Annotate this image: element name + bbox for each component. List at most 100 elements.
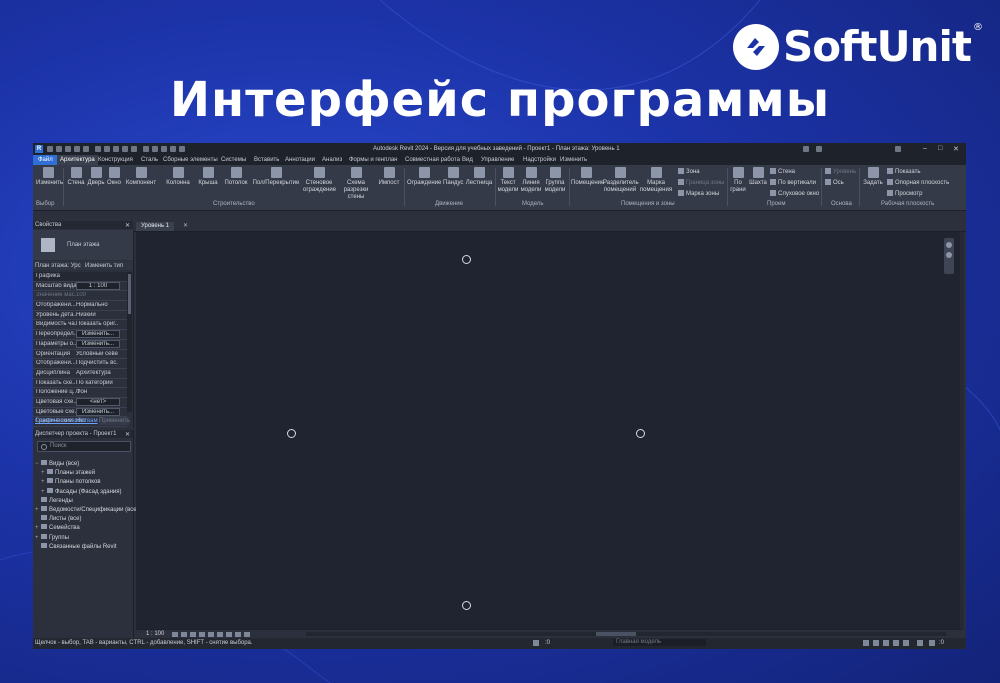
stair-tool[interactable]: Лестница — [465, 167, 493, 187]
wall-tool[interactable]: Стена — [66, 167, 86, 187]
sync-icon[interactable] — [65, 146, 71, 152]
tab-structure[interactable]: Конструкция — [98, 157, 133, 163]
visual-style-icon[interactable] — [181, 632, 187, 637]
browser-tree-item[interactable]: + Планы этажей — [41, 469, 95, 476]
background-processes-icon[interactable] — [917, 640, 923, 646]
tab-precast[interactable]: Сборные элементы — [163, 157, 218, 163]
drag-elements-icon[interactable] — [903, 640, 909, 646]
browser-tree-item[interactable]: + Ведомости/Спецификации (все) — [35, 506, 139, 513]
roof-tool[interactable]: Крыша — [197, 167, 219, 187]
dimension-icon[interactable] — [113, 146, 119, 152]
group-room-area[interactable]: Помещения и зоны — [621, 201, 675, 207]
property-value-button[interactable]: Изменить... — [76, 330, 120, 339]
reference-plane-button[interactable]: Опорная плоскость — [887, 179, 949, 186]
text-icon[interactable] — [131, 146, 137, 152]
area-boundary-button[interactable]: Граница зоны — [678, 179, 724, 186]
property-value-button[interactable]: 1 : 100 — [76, 281, 120, 290]
properties-help-link[interactable]: Справка по свойствам — [35, 418, 98, 424]
model-text-tool[interactable]: Текст модели — [497, 167, 519, 194]
property-value[interactable]: Архитектура — [76, 370, 118, 376]
browser-tree-item[interactable]: Связанные файлы Revit — [35, 542, 117, 550]
component-tool[interactable]: Компонент — [125, 167, 157, 187]
room-tool[interactable]: Помещение — [571, 167, 604, 187]
set-workplane-tool[interactable]: Задать — [862, 167, 884, 187]
canvas-horizontal-scrollbar[interactable] — [306, 632, 946, 636]
door-tool[interactable]: Дверь — [87, 167, 105, 187]
tab-view[interactable]: Вид — [462, 157, 473, 163]
apply-button[interactable]: Применить — [99, 417, 130, 425]
close-button[interactable]: ✕ — [953, 145, 959, 153]
select-links-icon[interactable] — [863, 640, 869, 646]
navigation-bar[interactable] — [944, 238, 954, 274]
tab-file[interactable]: Файл — [33, 155, 58, 165]
property-value[interactable]: Подчистить вс... — [76, 360, 118, 366]
mullion-tool[interactable]: Импост — [378, 167, 400, 187]
tab-analyze[interactable]: Анализ — [322, 157, 342, 163]
curtain-grid-tool[interactable]: Схема разрезки стены — [337, 167, 375, 201]
drawing-canvas[interactable] — [136, 232, 962, 629]
browser-search-input[interactable]: Поиск — [37, 441, 131, 452]
reveal-hidden-icon[interactable] — [235, 632, 241, 637]
active-model-dropdown[interactable]: Главная модель — [613, 639, 706, 646]
tag-icon[interactable] — [122, 146, 128, 152]
tab-steel[interactable]: Сталь — [141, 157, 158, 163]
property-value-button[interactable]: <нет> — [76, 397, 120, 406]
shaft-tool[interactable]: Шахта — [748, 167, 768, 187]
crop-view-icon[interactable] — [208, 632, 214, 637]
help-icon[interactable] — [895, 146, 901, 152]
property-value[interactable]: Низкий — [76, 312, 118, 318]
browser-tree-item[interactable]: + Группы — [35, 533, 69, 541]
save-icon[interactable] — [56, 146, 62, 152]
properties-close-button[interactable]: ✕ — [125, 222, 130, 229]
edit-type-button[interactable]: Изменить тип — [85, 263, 123, 269]
property-value[interactable]: Показать ориг... — [76, 321, 118, 327]
properties-scroll-thumb[interactable] — [128, 274, 131, 314]
viewer-button[interactable]: Просмотр — [887, 190, 922, 197]
close-windows-icon[interactable] — [170, 146, 176, 152]
group-select[interactable]: Выбор — [36, 201, 54, 207]
project-browser-close-button[interactable]: ✕ — [125, 431, 130, 438]
app-menu-button[interactable]: R — [35, 145, 43, 153]
tab-addins[interactable]: Надстройки — [523, 157, 556, 163]
curtain-system-tool[interactable]: Стеновое ограждение — [303, 167, 336, 194]
select-underlay-icon[interactable] — [873, 640, 879, 646]
thin-lines-icon[interactable] — [161, 146, 167, 152]
select-by-face-icon[interactable] — [893, 640, 899, 646]
properties-section-header[interactable]: Графика — [33, 272, 127, 282]
horizontal-scroll-thumb[interactable] — [596, 632, 636, 636]
redo-icon[interactable] — [83, 146, 89, 152]
temporary-hide-icon[interactable] — [226, 632, 232, 637]
tab-modify[interactable]: Изменить — [560, 157, 587, 163]
steering-wheel-icon[interactable] — [946, 242, 952, 248]
filter-icon[interactable] — [929, 640, 935, 646]
show-crop-icon[interactable] — [217, 632, 223, 637]
model-group-tool[interactable]: Группа модели — [543, 167, 567, 194]
tab-level-1[interactable]: Уровень 1 — [136, 222, 175, 231]
model-line-tool[interactable]: Линия модели — [520, 167, 542, 194]
property-value-button[interactable]: Изменить... — [76, 407, 120, 416]
browser-tree-item[interactable]: + Планы потолков — [41, 478, 101, 485]
browser-tree-item[interactable]: + Семейства — [35, 524, 80, 531]
maximize-button[interactable]: □ — [938, 145, 942, 152]
floor-tool[interactable]: Пол/Перекрытие — [252, 167, 300, 187]
room-tag-tool[interactable]: Марка помещения — [639, 167, 673, 194]
property-value-button[interactable]: Изменить... — [76, 339, 120, 348]
railing-tool[interactable]: Ограждение — [407, 167, 441, 187]
wall-opening-button[interactable]: Стена — [770, 168, 795, 175]
properties-scrollbar[interactable] — [127, 272, 132, 412]
zoom-icon[interactable] — [946, 252, 952, 258]
worksets-icon[interactable] — [533, 640, 539, 646]
property-value[interactable]: Условный север — [76, 351, 118, 357]
dormer-button[interactable]: Слуховое окно — [770, 190, 819, 197]
tab-collaborate[interactable]: Совместная работа — [405, 157, 460, 163]
show-workplane-button[interactable]: Показать — [887, 168, 921, 175]
tab-systems[interactable]: Системы — [221, 157, 246, 163]
detail-level-icon[interactable] — [172, 632, 178, 637]
elevation-marker-west[interactable] — [287, 429, 296, 438]
sun-path-icon[interactable] — [190, 632, 196, 637]
window-tool[interactable]: Окно — [106, 167, 122, 187]
area-button[interactable]: Зона — [678, 168, 700, 175]
search-icon[interactable] — [803, 146, 809, 152]
room-separator-tool[interactable]: Разделитель помещений — [603, 167, 639, 194]
canvas-vertical-scrollbar[interactable] — [960, 232, 964, 629]
